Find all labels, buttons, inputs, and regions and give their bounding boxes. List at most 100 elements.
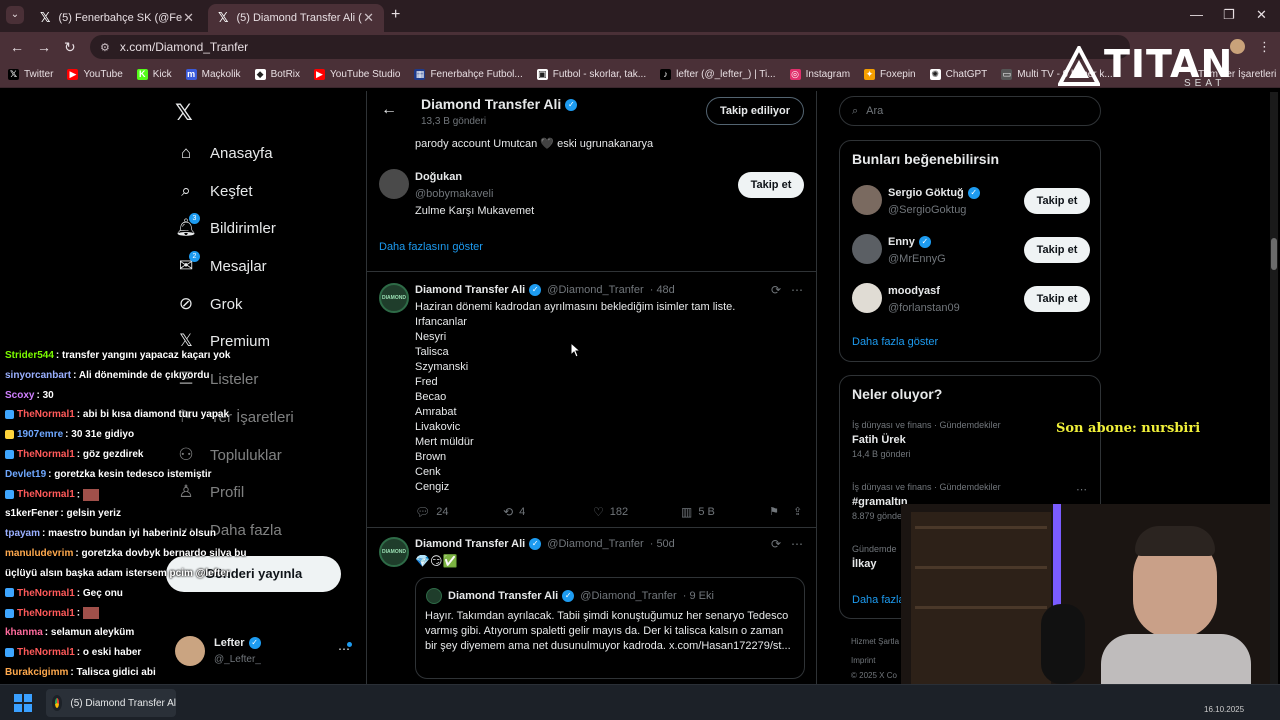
bookmark-item[interactable]: ✦ Foxepin <box>864 69 916 80</box>
chat-username: Strider544 <box>5 350 54 361</box>
nav-item[interactable]: 🔔︎ 3 Bildirimler <box>175 213 276 238</box>
heart-icon: ♡ <box>593 505 604 519</box>
address-bar[interactable]: ⚙ x.com/Diamond_Tranfer <box>90 35 1130 59</box>
show-more-link[interactable]: Daha fazla göster <box>852 336 938 348</box>
author-avatar[interactable]: DIAMOND <box>379 537 409 567</box>
tweet-more-icon[interactable]: ⋯ <box>791 283 803 297</box>
menu-kebab-icon[interactable]: ⋮ <box>1258 39 1271 55</box>
tab-search-button[interactable]: ⌄ <box>6 6 24 24</box>
footer-link[interactable]: Imprint <box>851 656 875 665</box>
search-input[interactable]: ⌕ Ara <box>839 96 1101 126</box>
chat-message: Scoxy: 30 <box>5 390 54 401</box>
close-tab-icon[interactable]: ✕ <box>363 10 374 26</box>
suggestion-avatar[interactable] <box>852 234 882 264</box>
taskbar-chrome-window[interactable]: (5) Diamond Transfer Al <box>46 689 176 717</box>
browser-tab-diamond[interactable]: 𝕏 (5) Diamond Transfer Ali (@Dia ✕ <box>208 4 384 32</box>
nav-item[interactable]: ⌂ Anasayfa <box>176 143 273 163</box>
back-arrow-icon[interactable]: ← <box>10 39 24 55</box>
suggestion-avatar[interactable] <box>852 283 882 313</box>
bookmark-item[interactable]: ◆ BotRix <box>254 69 300 80</box>
follow-button[interactable]: Takip et <box>1024 188 1090 214</box>
quoted-author-name: Diamond Transfer Ali <box>448 590 559 602</box>
chat-message: TheNormal1: Geç onu <box>5 588 123 599</box>
start-button-icon[interactable] <box>14 694 32 712</box>
follow-button[interactable]: Takip et <box>738 172 804 198</box>
following-button[interactable]: Takip ediliyor <box>706 97 804 125</box>
author-avatar[interactable]: DIAMOND <box>379 283 409 313</box>
show-more-link[interactable]: Daha fazlasını göster <box>379 241 483 253</box>
page-scrollbar[interactable] <box>1270 92 1278 684</box>
bookmark-item[interactable]: ▣ Futbol - skorlar, tak... <box>536 69 646 80</box>
forward-arrow-icon[interactable]: → <box>37 39 51 55</box>
account-avatar[interactable] <box>175 636 205 666</box>
tweet-author[interactable]: Diamond Transfer Ali ✓ @Diamond_Tranfer ·… <box>415 538 675 551</box>
bookmark-item[interactable]: K Kick <box>136 69 172 80</box>
nav-item[interactable]: ⌕ Keşfet <box>176 181 252 201</box>
retweet-button[interactable]: ⟲ 4 <box>503 505 525 519</box>
suggestion-name[interactable]: Sergio Göktuğ ✓ <box>888 187 980 200</box>
close-window-icon[interactable]: ✕ <box>1256 7 1267 23</box>
streamer-body <box>1101 634 1251 684</box>
bookmark-favicon-icon: 𝕏 <box>8 69 19 80</box>
bookmark-item[interactable]: m Maçkolik <box>185 69 241 80</box>
bookmark-label: YouTube <box>83 69 123 80</box>
bookmark-item[interactable]: ▶ YouTube Studio <box>314 69 400 80</box>
nav-item[interactable]: ✉ 2 Mesajlar <box>176 251 267 276</box>
suggestion-avatar[interactable] <box>852 185 882 215</box>
bookmark-item[interactable]: ♪ lefter (@_lefter_) | Ti... <box>660 69 776 80</box>
nav-label: Profil <box>210 483 245 501</box>
new-tab-button[interactable]: + <box>391 6 400 24</box>
reload-icon[interactable]: ↻ <box>64 39 76 56</box>
nav-label: Anasayfa <box>210 144 273 162</box>
share-icon[interactable]: ⇪ <box>793 505 802 518</box>
suggestion-name[interactable]: moodyasf <box>888 285 940 297</box>
nav-item[interactable]: ⊘ Grok <box>176 294 243 314</box>
like-button[interactable]: ♡ 182 <box>593 505 628 519</box>
suggestion-name[interactable]: Enny ✓ <box>888 236 931 249</box>
grok-icon[interactable]: ⟳ <box>771 283 781 297</box>
x-favicon-icon: 𝕏 <box>218 10 229 25</box>
x-logo-icon[interactable]: 𝕏 <box>175 100 193 126</box>
scrollbar-thumb[interactable] <box>1271 238 1277 270</box>
browser-tab-fenerbahce[interactable]: 𝕏 (5) Fenerbahçe SK (@Fenerbahç ✕ <box>30 4 204 32</box>
search-placeholder: Ara <box>866 105 884 117</box>
footer-link[interactable]: Hizmet Şartla <box>851 637 899 646</box>
trend-more-icon[interactable]: ⋯ <box>1076 483 1087 496</box>
nav-item[interactable]: ♙ Profil <box>176 482 244 502</box>
bookmark-icon[interactable]: ⚑ <box>769 505 779 518</box>
bookmark-item[interactable]: 𝕏 Twitter <box>8 69 53 80</box>
quoted-tweet[interactable]: Diamond Transfer Ali ✓ @Diamond_Tranfer ·… <box>415 577 805 679</box>
maximize-icon[interactable]: ❐ <box>1223 7 1235 23</box>
minimize-icon[interactable]: — <box>1190 7 1203 22</box>
follow-button[interactable]: Takip et <box>1024 286 1090 312</box>
taskbar-window-label: (5) Diamond Transfer Al <box>70 697 176 709</box>
reply-button[interactable]: 💬︎ 24 <box>415 505 448 519</box>
user-avatar[interactable] <box>379 169 409 199</box>
nav-item[interactable]: 𝕏 Premium <box>176 331 270 351</box>
user-name[interactable]: Doğukan <box>415 171 462 183</box>
views-icon: ▥ <box>681 505 693 519</box>
grok-icon[interactable]: ⟳ <box>771 537 781 551</box>
tweet-author[interactable]: Diamond Transfer Ali ✓ @Diamond_Tranfer ·… <box>415 284 675 297</box>
chat-message: TheNormal1: <box>5 607 99 620</box>
bookmark-item[interactable]: ✺ ChatGPT <box>929 69 987 80</box>
bookmark-item[interactable]: ▶ YouTube <box>67 69 123 80</box>
bookmark-label: Maçkolik <box>201 69 241 80</box>
show-more-link[interactable]: Daha fazla <box>852 594 905 606</box>
profile-header-name: Diamond Transfer Ali ✓ <box>421 96 578 112</box>
views-button[interactable]: ▥ 5 B <box>681 505 715 519</box>
site-info-icon[interactable]: ⚙ <box>100 41 110 54</box>
account-name[interactable]: Lefter ✓ <box>214 637 261 650</box>
close-tab-icon[interactable]: ✕ <box>183 10 194 26</box>
tweet-time[interactable]: · 50d <box>650 538 675 550</box>
chat-text: goretzka kesin tedesco istemiştir <box>54 468 212 480</box>
nav-item[interactable]: ⚇ Topluluklar <box>176 445 281 465</box>
author-name: Diamond Transfer Ali <box>415 284 526 296</box>
bookmark-item[interactable]: ◎ Instagram <box>789 69 850 80</box>
tweet-time[interactable]: · 48d <box>650 284 675 296</box>
bookmark-item[interactable]: ▦ Fenerbahçe Futbol... <box>414 69 523 80</box>
tweet-more-icon[interactable]: ⋯ <box>791 537 803 551</box>
verified-badge-icon: ✓ <box>565 99 578 112</box>
back-arrow-icon[interactable]: ← <box>381 101 397 119</box>
follow-button[interactable]: Takip et <box>1024 237 1090 263</box>
